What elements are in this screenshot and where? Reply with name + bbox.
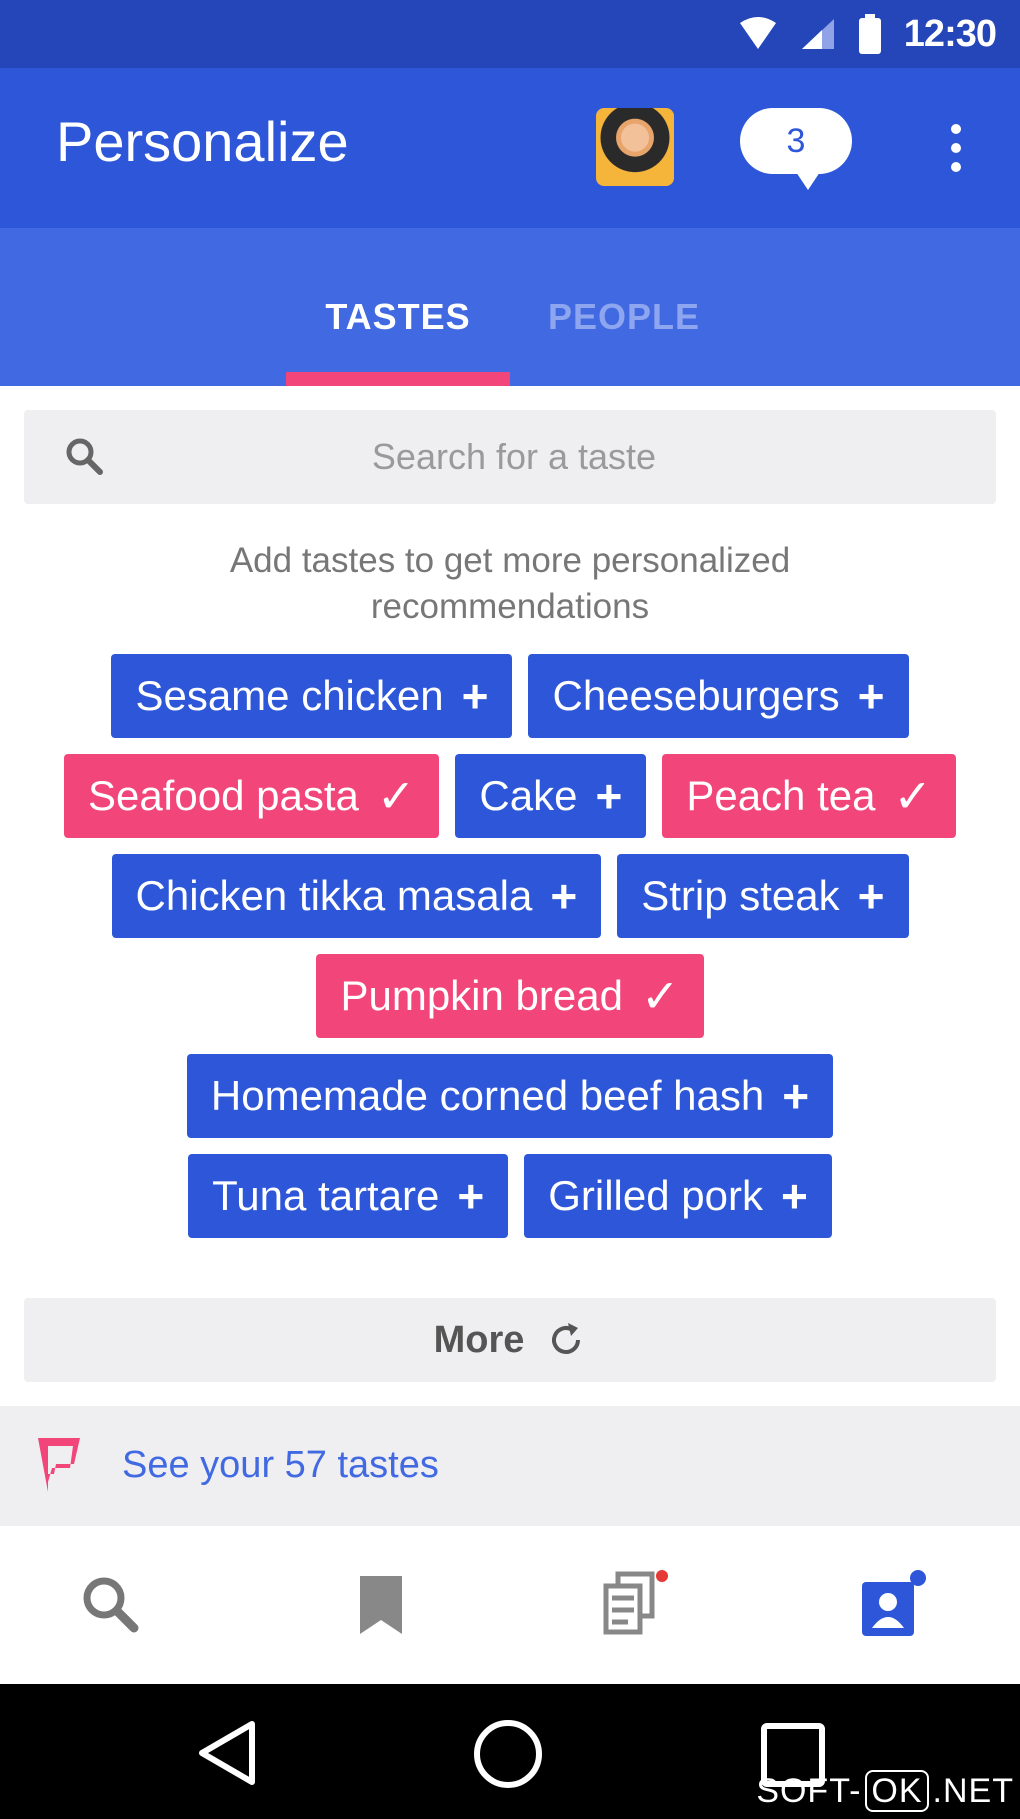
foursquare-icon xyxy=(38,1438,80,1492)
plus-icon: + xyxy=(457,1170,485,1222)
notifications-count: 3 xyxy=(786,122,806,160)
taste-chip-label: Cake xyxy=(479,772,578,819)
notifications-bubble[interactable]: 3 xyxy=(740,108,852,190)
taste-chip-label: Grilled pork xyxy=(548,1172,763,1219)
plus-icon: + xyxy=(780,1170,808,1222)
battery-icon xyxy=(858,14,881,54)
chip-row: Tuna tartare + Grilled pork + xyxy=(20,1154,1000,1238)
taste-chip[interactable]: Strip steak + xyxy=(617,854,909,938)
taste-chips: Sesame chicken + Cheeseburgers + Seafood pas… xyxy=(20,654,1000,1254)
plus-icon: + xyxy=(857,670,885,722)
refresh-icon xyxy=(552,1323,581,1354)
plus-icon: + xyxy=(595,770,623,822)
chip-row: Seafood pasta ✓ Cake + Peach tea ✓ xyxy=(20,754,1000,838)
chip-row: Pumpkin bread ✓ xyxy=(20,954,1000,1038)
watermark: SOFT- OK .NET xyxy=(756,1770,1014,1812)
tab-indicator xyxy=(286,372,510,386)
taste-chip-label: Strip steak xyxy=(641,872,840,919)
tastes-summary: See your 57 tastes xyxy=(0,1406,1020,1526)
tab-tastes[interactable]: TASTES xyxy=(286,296,510,338)
taste-chip-label: Tuna tartare xyxy=(212,1172,440,1219)
wifi-icon xyxy=(739,17,776,49)
taste-chip[interactable]: Tuna tartare + xyxy=(188,1154,509,1238)
check-icon: ✓ xyxy=(893,770,933,822)
search-icon xyxy=(66,438,103,475)
cellular-signal-icon xyxy=(801,19,834,49)
taste-chip-label: Seafood pasta xyxy=(87,772,359,819)
overflow-menu-icon[interactable] xyxy=(944,124,968,180)
more-button[interactable]: More xyxy=(24,1298,996,1382)
app-bar: Personalize 3 xyxy=(0,68,1020,228)
page-title: Personalize xyxy=(56,110,349,173)
check-icon: ✓ xyxy=(640,970,680,1022)
back-icon[interactable] xyxy=(194,1718,260,1788)
tab-people[interactable]: PEOPLE xyxy=(548,296,699,338)
tab-bar: TASTES PEOPLE xyxy=(0,228,1020,386)
search-bar xyxy=(24,410,996,504)
chip-row: Homemade corned beef hash + xyxy=(20,1054,1000,1138)
hint-text: Add tastes to get more personalized reco… xyxy=(229,541,791,626)
bookmark-icon[interactable] xyxy=(346,1570,416,1640)
chip-row: Chicken tikka masala + Strip steak + xyxy=(20,854,1000,938)
taste-chip[interactable]: Homemade corned beef hash + xyxy=(186,1054,834,1138)
taste-chip[interactable]: Seafood pasta ✓ xyxy=(63,754,440,838)
taste-chip[interactable]: Peach tea ✓ xyxy=(662,754,957,838)
plus-icon: + xyxy=(857,870,885,922)
taste-chip-label: Peach tea xyxy=(686,772,876,819)
check-icon: ✓ xyxy=(376,770,416,822)
status-time: 12:30 xyxy=(903,12,997,55)
more-label: More xyxy=(433,1318,525,1361)
taste-chip-label: Cheeseburgers xyxy=(552,672,840,719)
home-icon[interactable] xyxy=(472,1718,544,1790)
status-bar: 12:30 xyxy=(0,0,1020,68)
chip-row: Sesame chicken + Cheeseburgers + xyxy=(20,654,1000,738)
search-icon[interactable] xyxy=(76,1570,146,1640)
taste-chip[interactable]: Sesame chicken + xyxy=(111,654,513,738)
taste-chip-label: Chicken tikka masala xyxy=(135,872,533,919)
search-input[interactable] xyxy=(144,410,884,504)
see-tastes-link[interactable]: See your 57 tastes xyxy=(122,1444,439,1487)
profile-icon[interactable] xyxy=(858,1570,928,1640)
taste-chip[interactable]: Grilled pork + xyxy=(524,1154,832,1238)
taste-chip-label: Pumpkin bread xyxy=(340,972,623,1019)
plus-icon: + xyxy=(782,1070,810,1122)
bottom-nav xyxy=(0,1526,1020,1684)
taste-chip-label: Homemade corned beef hash xyxy=(210,1072,765,1119)
lists-icon[interactable] xyxy=(600,1570,670,1640)
plus-icon: + xyxy=(550,870,578,922)
system-nav-bar: SOFT- OK .NET xyxy=(0,1684,1020,1819)
taste-chip[interactable]: Cheeseburgers + xyxy=(528,654,909,738)
plus-icon: + xyxy=(461,670,489,722)
taste-chip-label: Sesame chicken xyxy=(135,672,444,719)
taste-chip[interactable]: Pumpkin bread ✓ xyxy=(316,954,704,1038)
taste-chip[interactable]: Cake + xyxy=(455,754,647,838)
taste-chip[interactable]: Chicken tikka masala + xyxy=(111,854,602,938)
avatar[interactable] xyxy=(596,108,674,186)
